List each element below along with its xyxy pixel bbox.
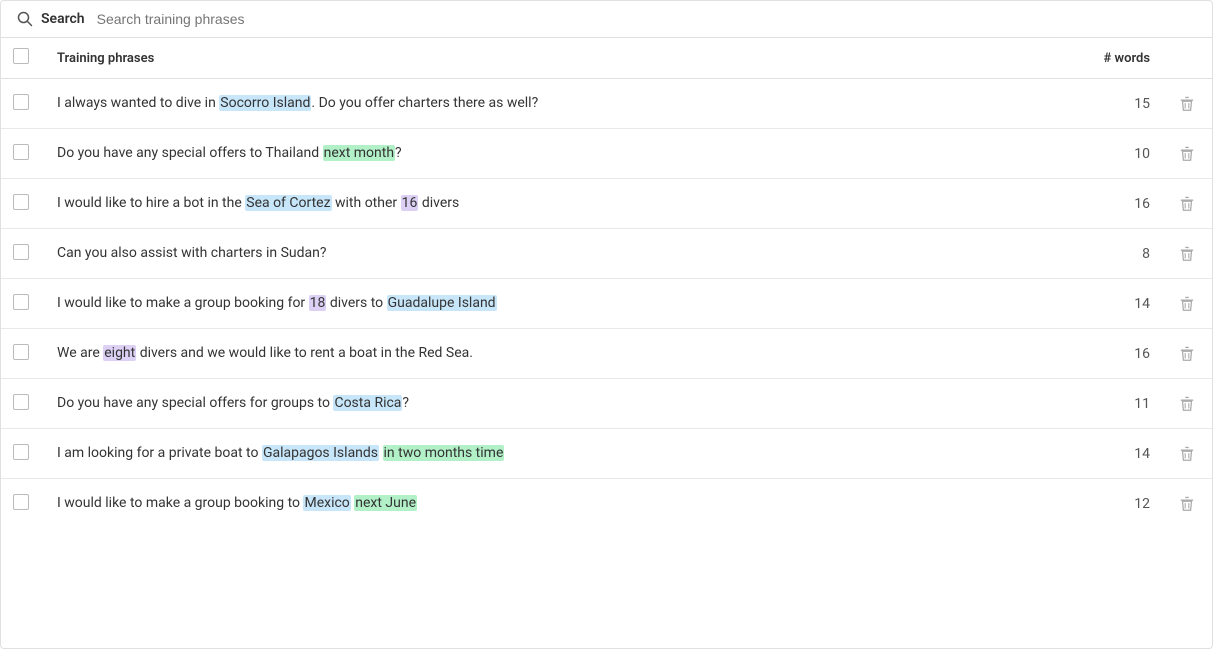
words-count: 16 [1062,329,1162,379]
row-checkbox[interactable] [13,344,29,360]
row-checkbox-cell [1,429,45,479]
row-checkbox[interactable] [13,294,29,310]
highlight-number: eight [103,345,136,361]
words-count: 15 [1062,79,1162,129]
words-count: 16 [1062,179,1162,229]
main-container: Search Training phrases # words I always… [0,0,1213,649]
table-row: I would like to make a group booking to … [1,479,1212,529]
phrase-cell: I would like to make a group booking for… [45,279,1062,329]
delete-button[interactable] [1174,195,1200,213]
search-icon [17,11,33,27]
words-count: 14 [1062,429,1162,479]
row-checkbox[interactable] [13,194,29,210]
table-header-row: Training phrases # words [1,38,1212,79]
delete-cell [1162,329,1212,379]
phrase-cell: I would like to make a group booking to … [45,479,1062,529]
row-checkbox-cell [1,79,45,129]
delete-button[interactable] [1174,395,1200,413]
phrase-cell: Do you have any special offers for group… [45,379,1062,429]
row-checkbox[interactable] [13,94,29,110]
delete-cell [1162,279,1212,329]
highlight-location: Mexico [303,495,350,511]
search-input[interactable] [97,11,1196,27]
highlight-number: 16 [401,195,419,211]
row-checkbox[interactable] [13,244,29,260]
delete-button[interactable] [1174,245,1200,263]
table-row: Do you have any special offers for group… [1,379,1212,429]
row-checkbox[interactable] [13,144,29,160]
highlight-location: Sea of Cortez [245,195,331,211]
phrase-cell: I am looking for a private boat to Galap… [45,429,1062,479]
words-count: 14 [1062,279,1162,329]
row-checkbox-cell [1,179,45,229]
delete-button[interactable] [1174,95,1200,113]
phrase-cell: Can you also assist with charters in Sud… [45,229,1062,279]
header-action [1162,38,1212,79]
highlight-number: 18 [309,295,327,311]
words-count: 8 [1062,229,1162,279]
delete-button[interactable] [1174,495,1200,513]
row-checkbox[interactable] [13,494,29,510]
delete-button[interactable] [1174,345,1200,363]
delete-cell [1162,429,1212,479]
delete-cell [1162,479,1212,529]
search-label: Search [41,11,85,27]
highlight-location: Guadalupe Island [387,295,497,311]
row-checkbox[interactable] [13,444,29,460]
table-row: We are eight divers and we would like to… [1,329,1212,379]
row-checkbox-cell [1,379,45,429]
phrase-cell: I always wanted to dive in Socorro Islan… [45,79,1062,129]
row-checkbox-cell [1,279,45,329]
highlight-time: next June [354,495,417,511]
highlight-location: Socorro Island [219,95,311,111]
delete-button[interactable] [1174,145,1200,163]
words-count: 11 [1062,379,1162,429]
highlight-location: Costa Rica [333,395,402,411]
delete-button[interactable] [1174,445,1200,463]
table-row: I am looking for a private boat to Galap… [1,429,1212,479]
header-checkbox-col [1,38,45,79]
search-bar: Search [1,1,1212,38]
header-phrase: Training phrases [45,38,1062,79]
phrase-cell: We are eight divers and we would like to… [45,329,1062,379]
row-checkbox-cell [1,129,45,179]
highlight-time: in two months time [383,445,505,461]
table-row: I always wanted to dive in Socorro Islan… [1,79,1212,129]
table-row: I would like to make a group booking for… [1,279,1212,329]
phrase-cell: I would like to hire a bot in the Sea of… [45,179,1062,229]
table-row: Do you have any special offers to Thaila… [1,129,1212,179]
header-words: # words [1062,38,1162,79]
words-count: 12 [1062,479,1162,529]
row-checkbox-cell [1,329,45,379]
training-phrases-table: Training phrases # words I always wanted… [1,38,1212,528]
delete-cell [1162,179,1212,229]
row-checkbox[interactable] [13,394,29,410]
delete-cell [1162,129,1212,179]
delete-cell [1162,379,1212,429]
table-body: I always wanted to dive in Socorro Islan… [1,79,1212,529]
delete-cell [1162,229,1212,279]
row-checkbox-cell [1,479,45,529]
row-checkbox-cell [1,229,45,279]
table-row: Can you also assist with charters in Sud… [1,229,1212,279]
delete-button[interactable] [1174,295,1200,313]
highlight-location: Galapagos Islands [262,445,379,461]
highlight-time: next month [323,145,395,161]
phrase-cell: Do you have any special offers to Thaila… [45,129,1062,179]
words-count: 10 [1062,129,1162,179]
table-row: I would like to hire a bot in the Sea of… [1,179,1212,229]
delete-cell [1162,79,1212,129]
header-checkbox[interactable] [13,48,29,64]
